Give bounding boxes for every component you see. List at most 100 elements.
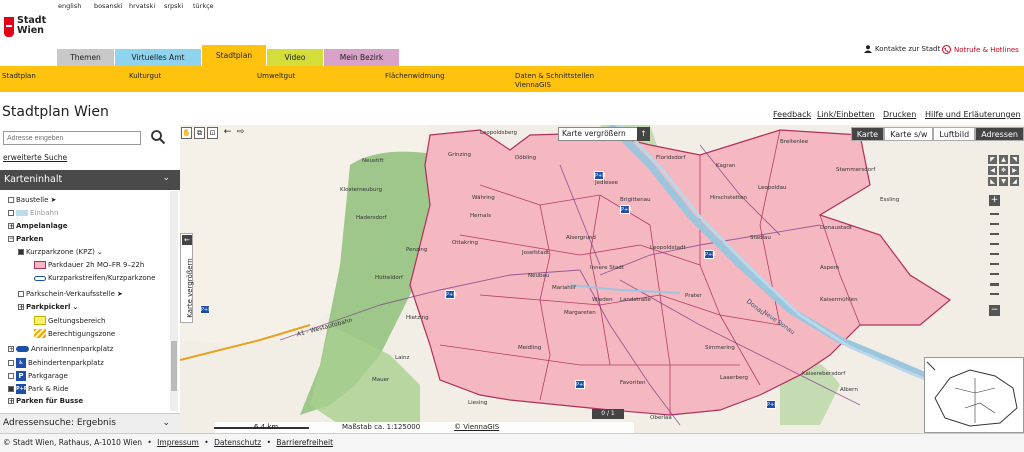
tab-video[interactable]: Video: [267, 49, 323, 67]
layer-parken[interactable]: − Parken: [8, 235, 43, 243]
map-content-header[interactable]: Karteninhalt ⌄: [0, 170, 180, 190]
footer-impressum[interactable]: Impressum: [157, 438, 199, 447]
subnav-stadtplan[interactable]: Stadtplan: [2, 72, 36, 80]
expand-icon[interactable]: +: [8, 223, 14, 230]
layer-parken-busse[interactable]: + Parken für Busse: [8, 397, 83, 405]
subnav-flaechenwidmung[interactable]: Flächenwidmung: [385, 72, 445, 80]
zoom-tick[interactable]: [990, 253, 999, 255]
maptype-karte[interactable]: Karte: [850, 127, 885, 141]
pan-southwest-icon[interactable]: ◣: [988, 177, 997, 186]
measure-icon[interactable]: ⊡: [207, 127, 218, 139]
enlarge-map-button[interactable]: Karte vergrößern ↑: [558, 127, 650, 141]
contacts-link[interactable]: Kontakte zur Stadt: [864, 45, 940, 53]
maptype-karte-sw[interactable]: Karte s/w: [884, 127, 934, 141]
zoom-tick[interactable]: [990, 213, 999, 215]
layer-kurzparkzone[interactable]: Kurzparkzone (KPZ) ⌄: [18, 248, 103, 256]
pan-southeast-icon[interactable]: ◢: [1010, 177, 1019, 186]
expand-icon[interactable]: +: [18, 304, 24, 311]
pan-east-icon[interactable]: ▶: [1010, 166, 1019, 175]
pan-west-icon[interactable]: ◀: [988, 166, 997, 175]
layer-parkgarage[interactable]: P Parkgarage: [8, 371, 68, 381]
park-and-ride-marker[interactable]: P+R: [200, 305, 212, 314]
address-search-input[interactable]: [3, 131, 141, 145]
maptype-luftbild[interactable]: Luftbild: [933, 127, 976, 141]
map-label: Penzing: [406, 247, 428, 253]
pan-center-icon[interactable]: ✥: [999, 166, 1008, 175]
layer-parkschein[interactable]: Parkschein-Verkaufsstelle ➤: [18, 290, 123, 298]
help-link[interactable]: Hilfe und Erläuterungen: [925, 110, 1021, 119]
expand-icon[interactable]: +: [8, 346, 14, 353]
layer-parkpickerl[interactable]: + Parkpickerl ⌄: [18, 303, 78, 311]
zoom-tick[interactable]: [990, 273, 999, 275]
pan-north-icon[interactable]: ▲: [999, 155, 1008, 164]
overview-map[interactable]: [924, 357, 1024, 433]
zoom-tick[interactable]: [990, 223, 999, 225]
checkbox[interactable]: [8, 210, 14, 216]
lang-turkce[interactable]: türkçe: [193, 2, 214, 10]
embed-link[interactable]: Link/Einbetten: [817, 110, 875, 119]
stadt-wien-logo[interactable]: Stadt Wien: [4, 14, 50, 44]
zoom-in-icon[interactable]: +: [989, 195, 1000, 206]
checkbox[interactable]: [8, 360, 14, 366]
park-and-ride-marker[interactable]: P+R: [620, 205, 632, 214]
tab-themen[interactable]: Themen: [57, 49, 114, 67]
layer-ampelanlage[interactable]: + Ampelanlage: [8, 222, 67, 230]
zoom-tick[interactable]: [990, 263, 999, 265]
copyright-link[interactable]: © ViennaGIS: [454, 423, 499, 431]
zoom-slider-handle[interactable]: [990, 283, 999, 286]
layer-park-and-ride[interactable]: P+R Park & Ride: [8, 384, 69, 394]
subnav-umweltgut[interactable]: Umweltgut: [257, 72, 295, 80]
search-icon[interactable]: [150, 129, 166, 145]
checkbox[interactable]: [18, 291, 24, 297]
subnav-daten[interactable]: Daten & Schnittstellen: [515, 72, 594, 80]
forward-arrow-icon[interactable]: ⇨: [235, 127, 246, 139]
address-results-header[interactable]: Adressensuche: Ergebnis ⌄: [0, 413, 180, 433]
layer-baustelle[interactable]: Baustelle ➤: [8, 196, 56, 204]
sidebar-toggle[interactable]: ← Karte vergrößern: [180, 233, 194, 323]
subnav-viennagis[interactable]: ViennaGIS: [515, 81, 551, 89]
scrollbar-thumb[interactable]: [171, 341, 177, 391]
pan-tool-icon[interactable]: ✋: [181, 127, 192, 139]
map-label: Leopoldau: [758, 185, 787, 191]
print-link[interactable]: Drucken: [883, 110, 916, 119]
zoom-out-icon[interactable]: −: [989, 305, 1000, 316]
zoom-tick[interactable]: [990, 243, 999, 245]
lang-bosanski[interactable]: bosanski: [94, 2, 123, 10]
pan-northeast-icon[interactable]: ◥: [1010, 155, 1019, 164]
checkbox[interactable]: [8, 197, 14, 203]
park-and-ride-marker[interactable]: P+R: [575, 380, 587, 389]
tree-scrollbar[interactable]: [170, 191, 178, 411]
advanced-search-link[interactable]: erweiterte Suche: [3, 153, 67, 162]
maptype-adressen[interactable]: Adressen: [975, 127, 1024, 141]
lang-srpski[interactable]: srpski: [164, 2, 183, 10]
zoom-tick[interactable]: [990, 233, 999, 235]
collapse-icon[interactable]: −: [8, 236, 14, 242]
zoom-box-icon[interactable]: ⧉: [194, 127, 205, 139]
emergency-link[interactable]: Notrufe & Hotlines: [942, 45, 1019, 54]
pan-south-icon[interactable]: ▼: [999, 177, 1008, 186]
tab-stadtplan[interactable]: Stadtplan: [202, 45, 266, 67]
layer-einbahn[interactable]: Einbahn: [8, 209, 58, 217]
footer-datenschutz[interactable]: Datenschutz: [214, 438, 261, 447]
feedback-link[interactable]: Feedback: [773, 110, 811, 119]
map-canvas[interactable]: Neustift Grinzing Leopoldsberg Döbling W…: [180, 125, 1024, 433]
layer-anrainer[interactable]: + AnrainerInnenparkplatz: [8, 345, 113, 353]
tab-virtuelles-amt[interactable]: Virtuelles Amt: [115, 49, 201, 67]
park-and-ride-marker[interactable]: P+R: [445, 290, 457, 299]
lang-hrvatski[interactable]: hrvatski: [129, 2, 155, 10]
lang-english[interactable]: english: [58, 2, 81, 10]
zoom-tick[interactable]: [990, 293, 999, 295]
expand-icon[interactable]: +: [8, 398, 14, 405]
park-and-ride-marker[interactable]: P+R: [766, 400, 778, 409]
pan-northwest-icon[interactable]: ◤: [988, 155, 997, 164]
layer-behinderten[interactable]: ♿ Behindertenparkplatz: [8, 358, 104, 368]
subnav-kulturgut[interactable]: Kulturgut: [129, 72, 161, 80]
tab-mein-bezirk[interactable]: Mein Bezirk: [324, 49, 399, 67]
checkbox[interactable]: [8, 386, 14, 392]
park-and-ride-marker[interactable]: P+R: [594, 171, 606, 180]
back-arrow-icon[interactable]: ←: [222, 127, 233, 139]
park-and-ride-marker[interactable]: P+R: [704, 250, 716, 259]
footer-barrierefreiheit[interactable]: Barrierefreiheit: [276, 438, 333, 447]
checkbox[interactable]: [8, 373, 14, 379]
checkbox[interactable]: [18, 249, 24, 255]
